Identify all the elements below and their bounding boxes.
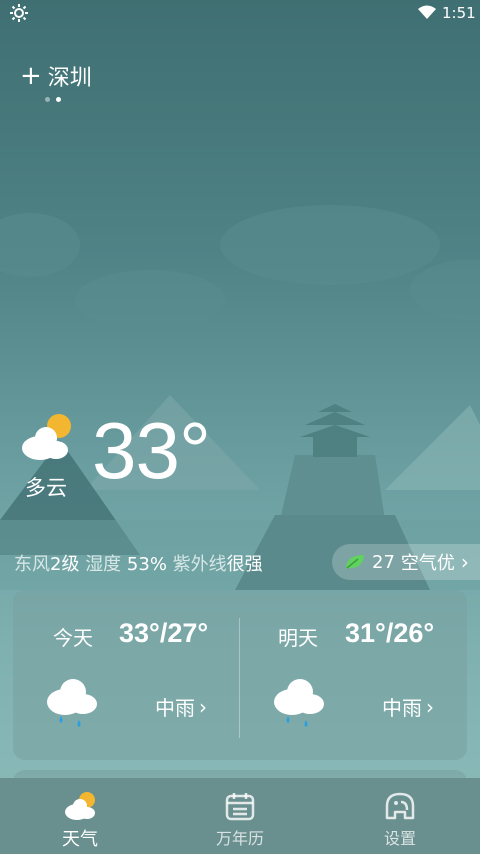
- uv-value: 很强: [226, 554, 263, 575]
- city-name: 深圳: [47, 66, 92, 91]
- bottom-nav: 天气 万年历 设置: [0, 778, 480, 854]
- humidity-value: 53%: [126, 554, 167, 575]
- forecast-condition-text: 中雨: [382, 696, 422, 720]
- uv-label: 紫外线: [172, 554, 227, 575]
- forecast-day: 今天: [53, 626, 93, 650]
- tab-label: 设置: [383, 829, 416, 848]
- partly-cloudy-icon: [65, 792, 95, 820]
- status-time: 1:51: [442, 4, 476, 22]
- air-quality-button[interactable]: 27 空气优 ›: [332, 544, 480, 580]
- forecast-tomorrow[interactable]: 明天 31°/26° 中雨 ›: [240, 590, 467, 760]
- forecast-condition-text: 中雨: [155, 696, 195, 720]
- forecast-temps: 33°/27°: [119, 618, 209, 648]
- tab-settings[interactable]: 设置: [320, 778, 480, 854]
- calendar-icon: [225, 793, 255, 821]
- tab-label: 天气: [62, 829, 98, 850]
- location-header[interactable]: + 深圳: [20, 60, 92, 92]
- partly-cloudy-icon: [22, 414, 71, 460]
- current-temperature: 33°: [92, 406, 211, 495]
- forecast-temps: 31°/26°: [345, 618, 435, 648]
- chevron-right-icon: ›: [460, 550, 469, 574]
- status-bar: 1:51: [0, 0, 480, 26]
- humidity-label: 湿度: [85, 554, 122, 575]
- page-dot: [45, 97, 50, 102]
- chevron-right-icon: ›: [426, 694, 434, 719]
- wind-value: 2级: [50, 554, 80, 575]
- leaf-icon: [346, 555, 364, 569]
- aqi-label: 空气优: [400, 553, 455, 574]
- elephant-icon: [385, 792, 415, 820]
- chevron-right-icon: ›: [199, 694, 207, 719]
- weather-details: 东风2级 湿度 53% 紫外线很强: [14, 550, 263, 576]
- forecast-day: 明天: [278, 626, 318, 650]
- rain-cloud-icon: [274, 679, 324, 727]
- page-dot-active: [56, 97, 61, 102]
- add-city-button[interactable]: +: [20, 63, 42, 89]
- tab-label: 万年历: [215, 829, 264, 848]
- wifi-icon: [418, 5, 436, 19]
- brightness-icon: [10, 4, 28, 22]
- rain-cloud-icon: [47, 679, 97, 727]
- tab-calendar[interactable]: 万年历: [160, 778, 320, 854]
- aqi-value: 27: [372, 551, 395, 573]
- forecast-condition: 中雨 ›: [155, 692, 207, 721]
- tab-weather[interactable]: 天气: [0, 778, 160, 854]
- forecast-today[interactable]: 今天 33°/27° 中雨 ›: [13, 590, 239, 760]
- forecast-condition: 中雨 ›: [382, 692, 434, 721]
- page-indicator: [45, 97, 61, 102]
- scenery-illustration: [0, 205, 480, 590]
- current-condition: 多云: [25, 476, 67, 500]
- wind-label: 东风: [14, 554, 50, 575]
